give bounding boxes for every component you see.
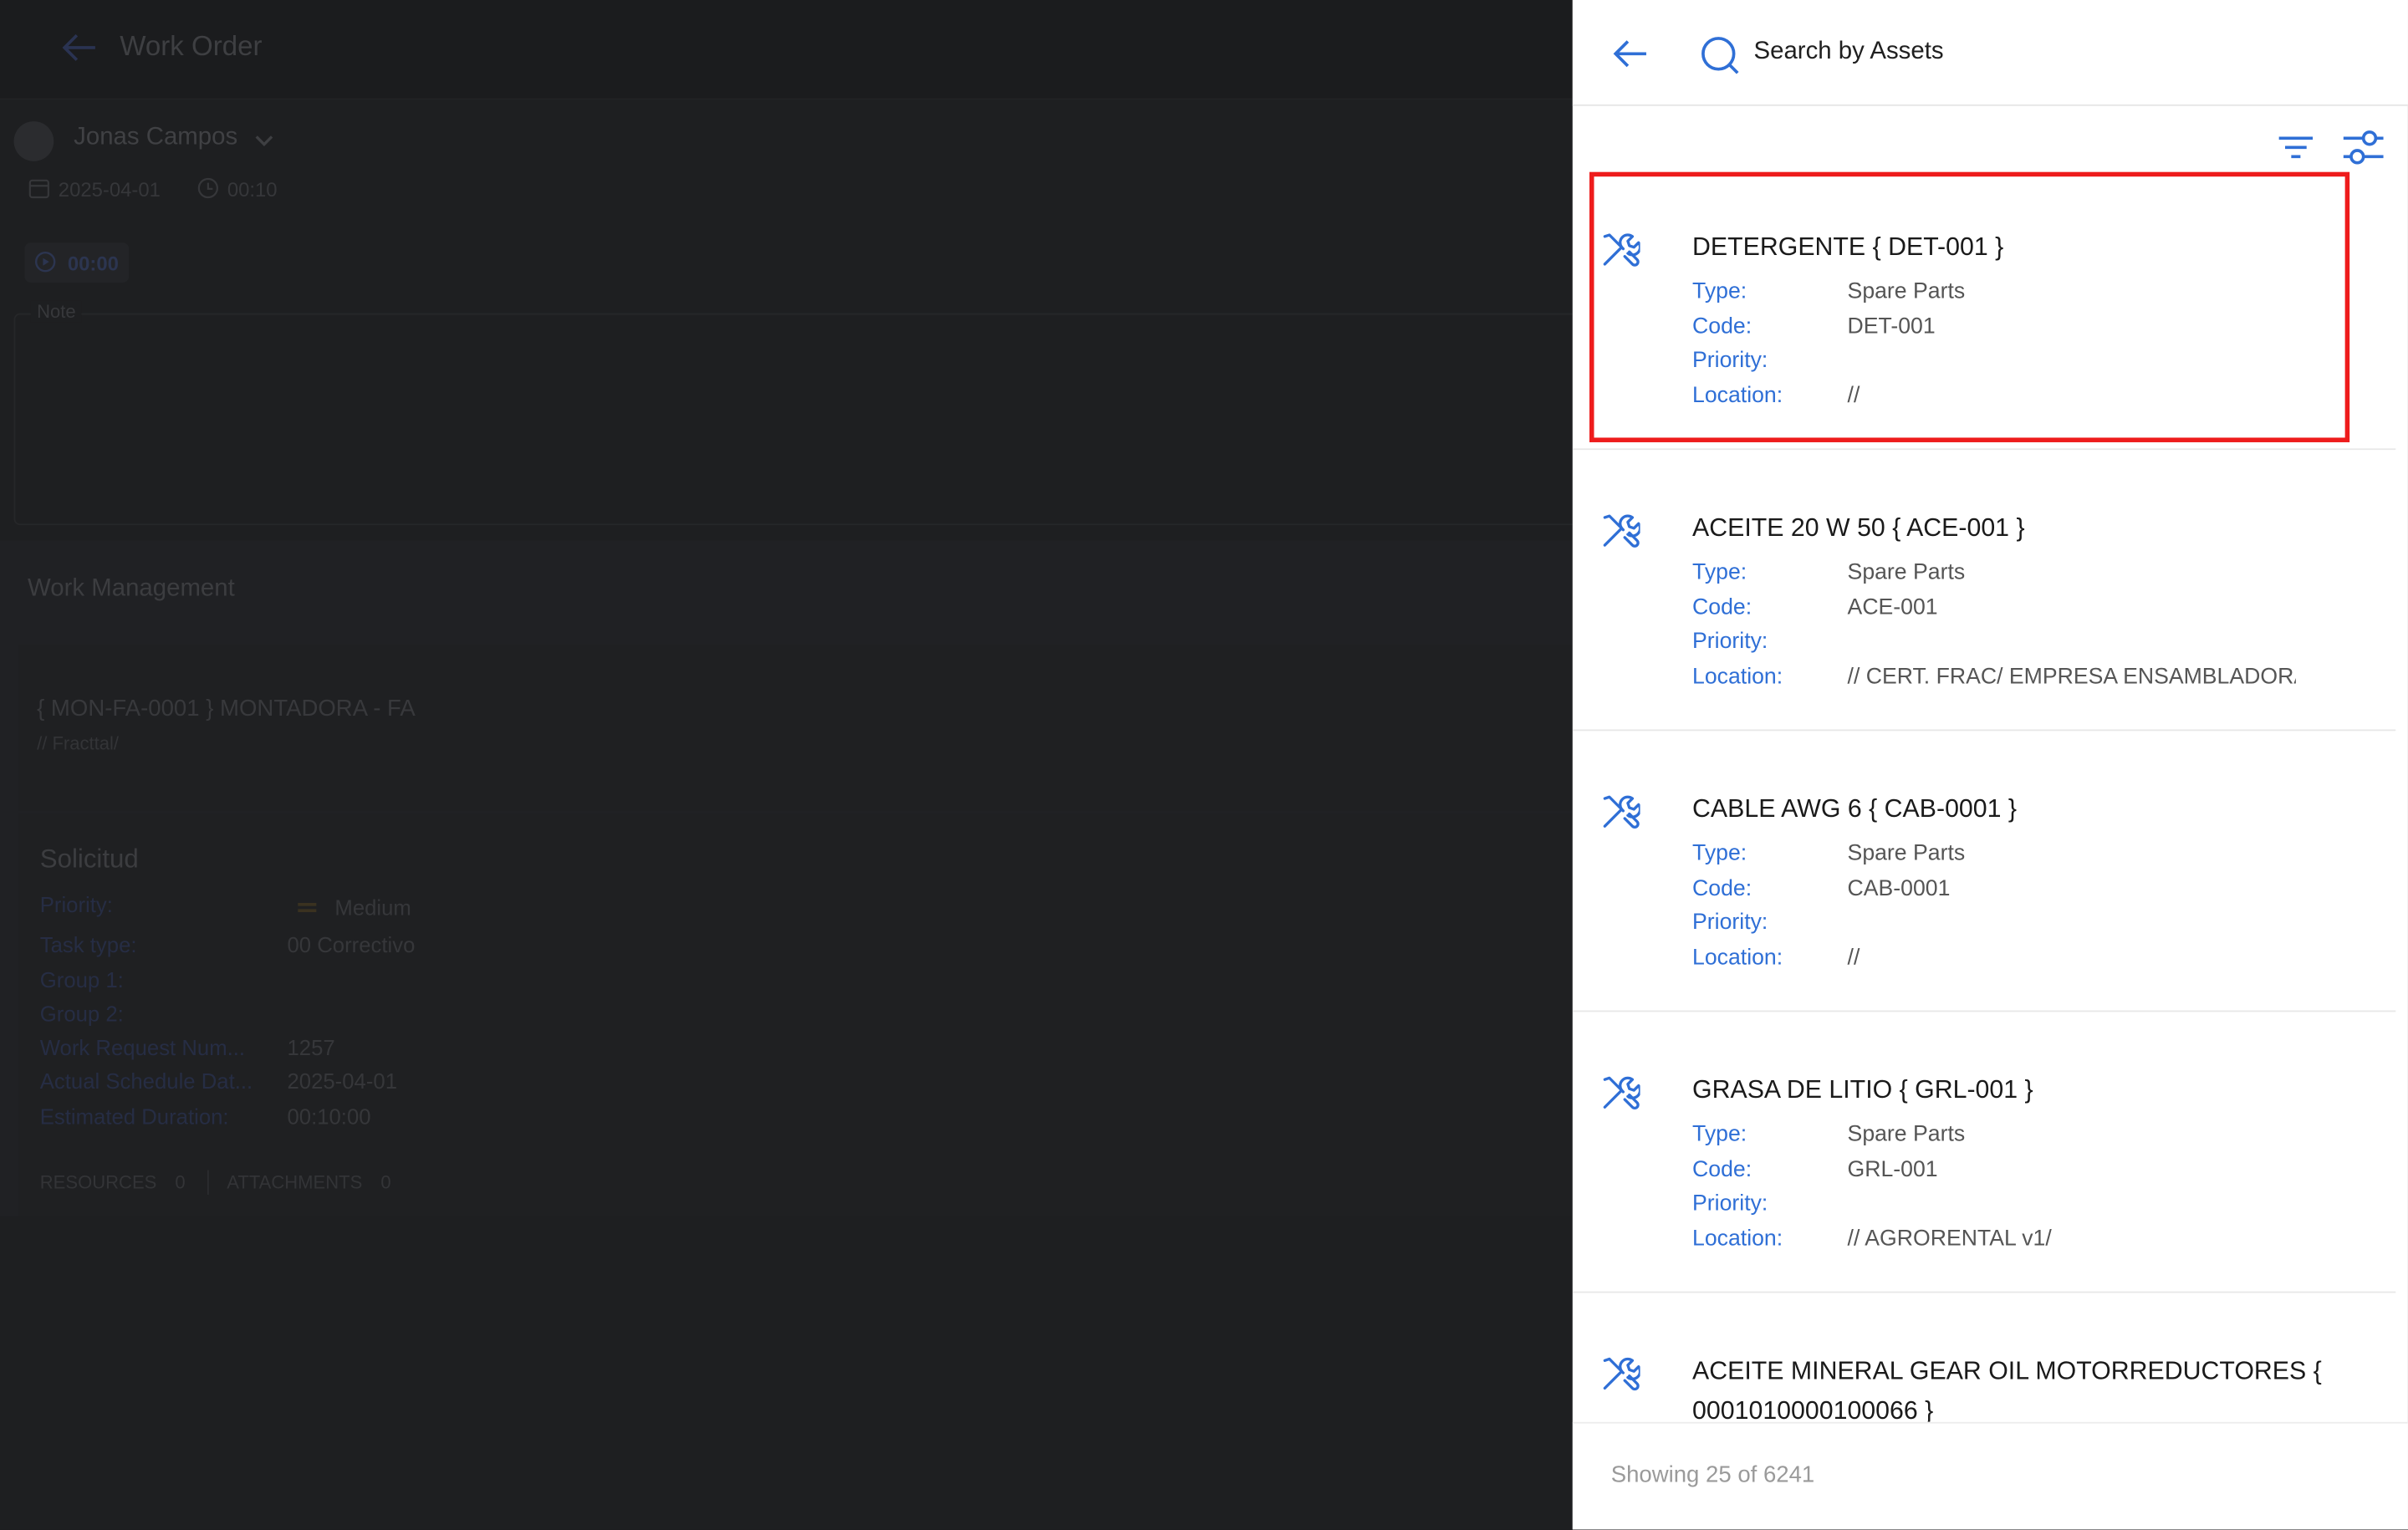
field-value: Medium [334, 895, 411, 921]
field-label: Task type: [39, 931, 137, 957]
code-label: Code: [1692, 875, 1752, 901]
item-title: ACEITE 20 W 50 { ACE-001 } [1692, 514, 2025, 543]
type-label: Type: [1692, 1122, 1747, 1148]
type-value: Spare Parts [1847, 279, 1966, 304]
duration-value: 00:10 [227, 178, 278, 201]
note-field [13, 313, 1573, 526]
back-arrow-icon [62, 33, 95, 61]
avatar [13, 121, 54, 161]
list-item[interactable]: DETERGENTE { DET-001 } Type: Spare Parts … [1572, 169, 2396, 451]
code-label: Code: [1692, 1156, 1752, 1182]
type-value: Spare Parts [1847, 560, 1966, 585]
asset-title: { MON-FA-0001 } MONTADORA - FA [37, 696, 416, 722]
tools-icon [1603, 233, 1640, 267]
location-label: Location: [1692, 945, 1783, 970]
field-label: Work Request Num... [39, 1034, 246, 1060]
tab-resources: RESOURCES 0 [40, 1170, 207, 1195]
tab-label: ATTACHMENTS [227, 1171, 363, 1194]
type-label: Type: [1692, 279, 1747, 304]
location-label: Location: [1692, 383, 1783, 408]
tab-attachments: ATTACHMENTS 0 [227, 1170, 412, 1195]
location-label: Location: [1692, 664, 1783, 689]
type-value: Spare Parts [1847, 1122, 1966, 1148]
timer-value: 00:00 [67, 252, 119, 275]
resource-tabs: RESOURCES 0 ATTACHMENTS 0 [40, 1170, 413, 1195]
priority-label: Priority: [1692, 1191, 1768, 1216]
code-value: ACE-001 [1847, 594, 1938, 620]
field-value: 00 Correctivo [287, 931, 416, 957]
item-title: ACEITE MINERAL GEAR OIL MOTORREDUCTORES … [1692, 1357, 2322, 1422]
code-label: Code: [1692, 314, 1752, 339]
filter-icon[interactable] [2276, 130, 2316, 164]
location-label: Location: [1692, 1226, 1783, 1251]
priority-label: Priority: [1692, 348, 1768, 374]
location-value: // AGRORENTAL v1/ [1847, 1226, 2052, 1251]
list-item[interactable]: CABLE AWG 6 { CAB-0001 } Type: Spare Part… [1572, 731, 2396, 1012]
tab-label: RESOURCES [39, 1171, 157, 1194]
field-value: 1257 [287, 1034, 335, 1060]
type-label: Type: [1692, 841, 1747, 866]
item-title: DETERGENTE { DET-001 } [1692, 233, 2004, 262]
code-value: DET-001 [1847, 314, 1936, 339]
list-item[interactable]: GRASA DE LITIO { GRL-001 } Type: Spare Pa… [1572, 1012, 2396, 1293]
priority-medium-icon [298, 902, 317, 912]
asset-card [18, 645, 1573, 811]
list-item[interactable]: ACEITE MINERAL GEAR OIL MOTORREDUCTORES … [1573, 1293, 2395, 1422]
result-count: Showing 25 of 6241 [1610, 1461, 1815, 1488]
search-icon [1701, 37, 1739, 74]
section-title: Work Management [28, 575, 235, 602]
field-label: Group 1: [39, 967, 124, 992]
note-label: Note [30, 300, 83, 323]
field-label: Estimated Duration: [39, 1104, 229, 1129]
item-title: CABLE AWG 6 { CAB-0001 } [1692, 795, 2018, 824]
tools-icon [1603, 1357, 1640, 1391]
location-value: // [1847, 383, 1860, 408]
tune-settings-icon[interactable] [2340, 126, 2386, 169]
item-title: GRASA DE LITIO { GRL-001 } [1692, 1076, 2033, 1104]
tools-icon [1603, 795, 1640, 829]
back-arrow-icon[interactable] [1613, 37, 1650, 70]
background-page: Work Order Jonas Campos 2025-04-01 00:10… [0, 0, 1573, 1530]
tools-icon [1603, 514, 1640, 548]
field-value: 2025-04-01 [287, 1068, 398, 1094]
play-circle-icon [34, 251, 56, 273]
tools-icon [1603, 1076, 1640, 1110]
calendar-icon [28, 179, 49, 199]
request-title: Solicitud [39, 844, 139, 875]
tab-divider [207, 1170, 209, 1195]
type-label: Type: [1692, 560, 1747, 585]
field-value: 00:10:00 [287, 1104, 371, 1129]
priority-label: Priority: [1692, 910, 1768, 936]
page-title: Work Order [120, 30, 263, 62]
clock-icon [197, 177, 218, 199]
search-input[interactable] [1753, 30, 2338, 74]
user-name: Jonas Campos [74, 124, 238, 150]
chevron-down-icon [255, 135, 273, 146]
list-item[interactable]: ACEITE 20 W 50 { ACE-001 } Type: Spare Pa… [1572, 450, 2396, 732]
code-label: Code: [1692, 594, 1752, 620]
priority-label: Priority: [1692, 630, 1768, 655]
tab-count: 0 [175, 1171, 186, 1194]
field-label: Priority: [39, 892, 113, 917]
field-label: Actual Schedule Dat... [39, 1068, 253, 1094]
panel-footer: Showing 25 of 6241 [1572, 1421, 2408, 1530]
code-value: GRL-001 [1847, 1156, 1938, 1182]
type-value: Spare Parts [1847, 841, 1966, 866]
date-value: 2025-04-01 [58, 178, 161, 201]
asset-list: DETERGENTE { DET-001 } Type: Spare Parts … [1572, 169, 2408, 1422]
panel-header [1572, 0, 2408, 106]
asset-search-panel: DETERGENTE { DET-001 } Type:Spare Parts … [1572, 0, 2408, 1530]
field-label: Group 2: [39, 1001, 124, 1026]
asset-path: // Fracttal/ [37, 732, 120, 754]
code-value: CAB-0001 [1847, 875, 1951, 901]
location-value: // CERT. FRAC/ EMPRESA ENSAMBLADORA [1847, 664, 2296, 689]
request-card [18, 813, 1573, 1216]
tab-count: 0 [380, 1171, 391, 1194]
location-value: // [1847, 945, 1860, 970]
